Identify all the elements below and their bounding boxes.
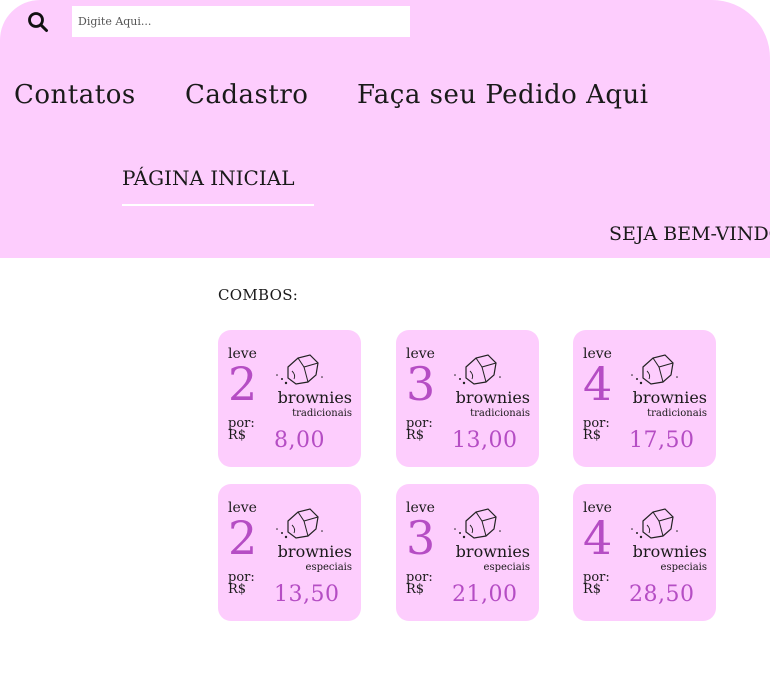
currency-label: R$ <box>406 582 425 597</box>
brownie-icon <box>276 354 323 385</box>
brownie-icon <box>276 508 323 539</box>
product-type: especiais <box>660 562 707 573</box>
combo-card[interactable]: leve 4 brownies tradicionais por: R$ 17,… <box>573 330 716 467</box>
product-type: tradicionais <box>647 408 707 419</box>
price: 28,50 <box>629 582 695 607</box>
combo-card[interactable]: leve 3 brownies tradicionais por: R$ 13,… <box>396 330 539 467</box>
section-title: COMBOS: <box>218 286 299 304</box>
product-name: brownies <box>632 542 707 561</box>
currency-label: R$ <box>228 428 247 443</box>
product-name: brownies <box>277 542 352 561</box>
nav-link-contatos[interactable]: Contatos <box>14 80 136 110</box>
nav-link-pedido[interactable]: Faça seu Pedido Aqui <box>357 80 649 110</box>
quantity: 4 <box>583 357 613 411</box>
product-name: brownies <box>455 388 530 407</box>
search-icon[interactable] <box>26 10 50 34</box>
quantity: 4 <box>583 511 613 565</box>
product-name: brownies <box>455 542 530 561</box>
currency-label: R$ <box>406 428 425 443</box>
product-type: tradicionais <box>292 408 352 419</box>
nav-link-home[interactable]: PÁGINA INICIAL <box>122 166 294 190</box>
combo-card[interactable]: leve 2 brownies especiais por: R$ 13,50 <box>218 484 361 621</box>
home-underline <box>122 204 314 206</box>
brownie-icon <box>631 508 678 539</box>
combo-card[interactable]: leve 3 brownies especiais por: R$ 21,00 <box>396 484 539 621</box>
combo-card[interactable]: leve 4 brownies especiais por: R$ 28,50 <box>573 484 716 621</box>
nav-link-cadastro[interactable]: Cadastro <box>185 80 308 110</box>
product-type: especiais <box>483 562 530 573</box>
brownie-icon <box>454 508 501 539</box>
price: 17,50 <box>629 428 695 453</box>
header: Contatos Cadastro Faça seu Pedido Aqui P… <box>0 0 770 258</box>
price: 13,50 <box>274 582 340 607</box>
price: 21,00 <box>452 582 518 607</box>
quantity: 3 <box>406 357 436 411</box>
price: 8,00 <box>274 428 325 453</box>
quantity: 3 <box>406 511 436 565</box>
product-type: especiais <box>305 562 352 573</box>
currency-label: R$ <box>583 582 602 597</box>
quantity: 2 <box>228 511 258 565</box>
combo-card[interactable]: leve 2 brownies tradicionais por: R$ 8,0… <box>218 330 361 467</box>
product-name: brownies <box>632 388 707 407</box>
product-type: tradicionais <box>470 408 530 419</box>
welcome-text: SEJA BEM-VINDO <box>609 223 770 245</box>
search-input[interactable] <box>72 6 410 37</box>
brownie-icon <box>454 354 501 385</box>
brownie-icon <box>631 354 678 385</box>
currency-label: R$ <box>583 428 602 443</box>
price: 13,00 <box>452 428 518 453</box>
quantity: 2 <box>228 357 258 411</box>
product-name: brownies <box>277 388 352 407</box>
currency-label: R$ <box>228 582 247 597</box>
